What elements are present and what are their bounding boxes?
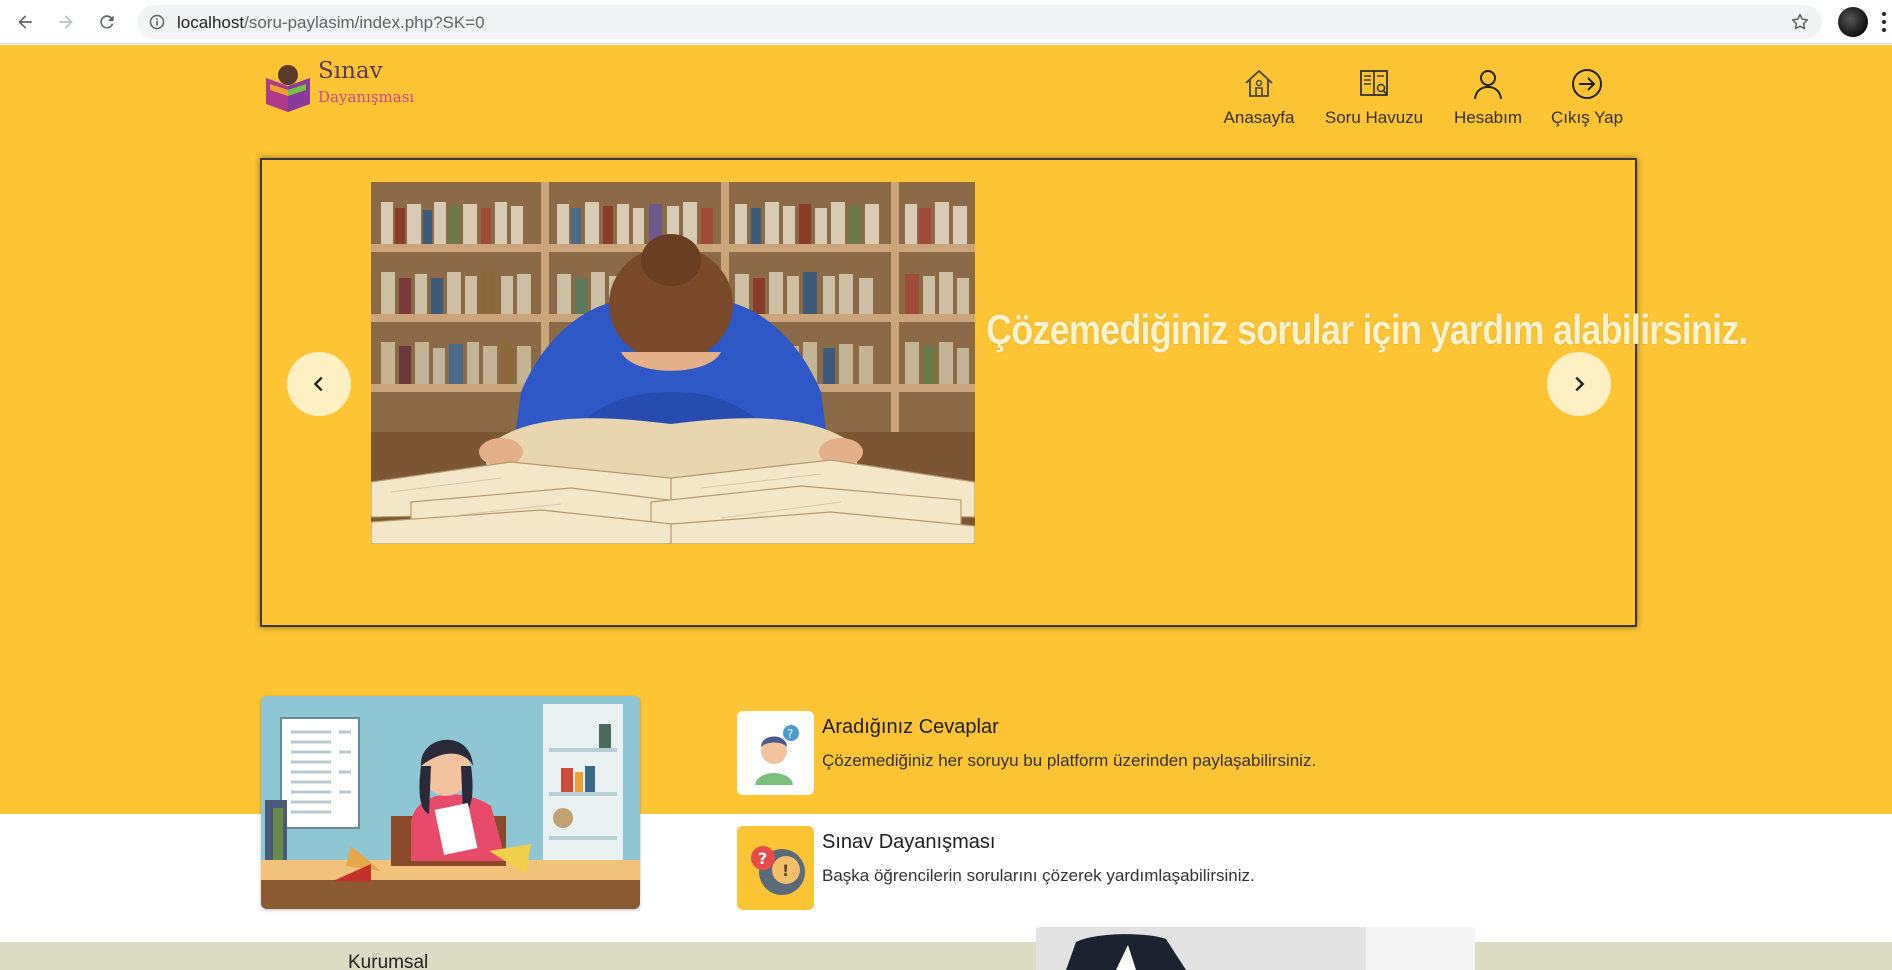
- footer-image: [1036, 927, 1475, 970]
- user-icon: [1474, 70, 1502, 100]
- hero-carousel: Çözemediğiniz sorular için yardım alabil…: [260, 158, 1748, 627]
- site-logo[interactable]: Sınav Dayanışması: [262, 58, 422, 114]
- svg-text:?: ?: [758, 849, 767, 868]
- reload-button[interactable]: [93, 8, 121, 36]
- address-bar[interactable]: localhost/soru-paylasim/index.php?SK=0: [137, 5, 1822, 39]
- reload-icon: [100, 15, 114, 29]
- svg-text:?: ?: [787, 727, 793, 741]
- browser-toolbar: localhost/soru-paylasim/index.php?SK=0: [0, 0, 1892, 44]
- url-host: localhost: [177, 13, 245, 32]
- question-person-icon: ?: [737, 711, 814, 795]
- logo-subtitle: Dayanışması: [318, 88, 415, 106]
- feature-title: Aradığınız Cevaplar: [822, 716, 999, 738]
- nav-label: Soru Havuzu: [1324, 108, 1424, 127]
- slide-caption: Çözemediğiniz sorular için yardım alabil…: [986, 306, 1748, 353]
- logout-icon: [1572, 69, 1602, 99]
- profile-avatar[interactable]: [1838, 7, 1868, 37]
- nav-item-anasayfa[interactable]: Anasayfa: [1222, 66, 1296, 136]
- book-icon: [1360, 70, 1388, 96]
- carousel-next-button[interactable]: [1547, 352, 1611, 416]
- student-books-illustration: [371, 182, 975, 544]
- question-bubble-icon: ! ?: [737, 826, 814, 910]
- info-icon[interactable]: [149, 14, 165, 30]
- feature-description: Başka öğrencilerin sorularını çözerek ya…: [822, 866, 1255, 885]
- book-logo-icon: [266, 65, 310, 112]
- slide-image-student-books: [371, 182, 975, 544]
- footer-heading: Kurumsal: [348, 952, 429, 970]
- bookmark-star-icon[interactable]: [1790, 12, 1810, 32]
- forward-button[interactable]: [52, 8, 80, 36]
- back-button[interactable]: [11, 8, 39, 36]
- url-text[interactable]: localhost/soru-paylasim/index.php?SK=0: [177, 13, 485, 33]
- nav-item-hesabim[interactable]: Hesabım: [1451, 66, 1525, 136]
- feature-description: Çözemediğiniz her soruyu bu platform üze…: [822, 751, 1317, 770]
- svg-text:!: !: [782, 861, 789, 880]
- footer-section: [0, 942, 1892, 970]
- logo-title: Sınav: [318, 58, 383, 84]
- nav-label: Hesabım: [1453, 108, 1523, 127]
- carousel-prev-button[interactable]: [287, 352, 351, 416]
- chevron-right-icon: [1575, 376, 1585, 392]
- arrow-left-icon: [18, 15, 32, 29]
- arrow-right-icon: [59, 15, 73, 29]
- nav-item-cikis-yap[interactable]: Çıkış Yap: [1551, 66, 1623, 136]
- feature-title: Sınav Dayanışması: [822, 831, 996, 853]
- url-path: /soru-paylasim/index.php?SK=0: [244, 13, 485, 32]
- nav-item-soru-havuzu[interactable]: Soru Havuzu: [1324, 66, 1424, 136]
- browser-menu-button[interactable]: [1882, 12, 1886, 32]
- chevron-left-icon: [313, 376, 323, 392]
- studying-student-illustration: [261, 696, 640, 909]
- home-icon: [1245, 69, 1273, 97]
- nav-label: Anasayfa: [1223, 108, 1295, 127]
- nav-label: Çıkış Yap: [1550, 108, 1624, 127]
